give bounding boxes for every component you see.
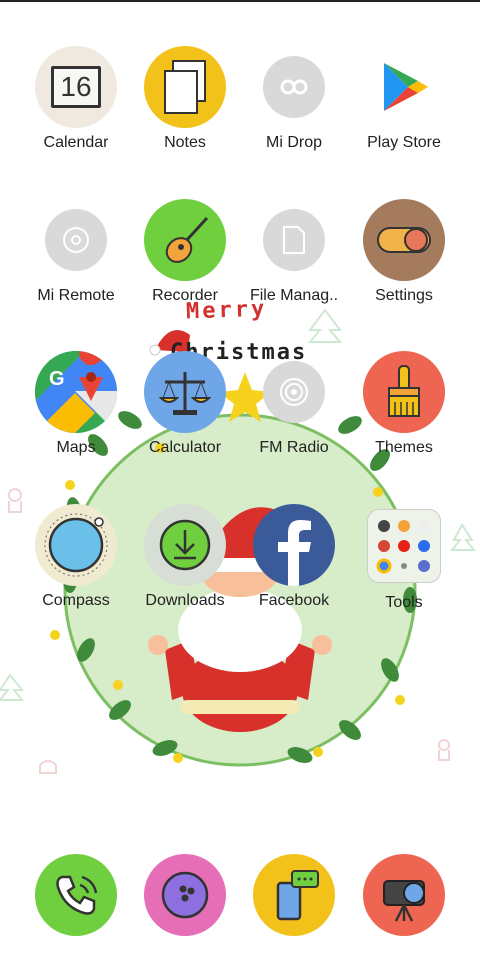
scale-icon bbox=[144, 351, 226, 433]
app-label: Maps bbox=[56, 439, 96, 456]
tools-folder-icon bbox=[367, 509, 441, 583]
app-label: Calendar bbox=[43, 134, 109, 151]
download-icon bbox=[144, 504, 226, 586]
app-calendar[interactable]: 16 Calendar bbox=[21, 46, 131, 152]
folder-icon bbox=[263, 209, 325, 271]
maps-icon: G bbox=[35, 351, 117, 433]
app-downloads[interactable]: Downloads bbox=[130, 504, 240, 610]
app-label: Facebook bbox=[258, 592, 330, 609]
phone-icon bbox=[35, 854, 117, 936]
app-label: Calculator bbox=[148, 439, 222, 456]
mi-drop-icon bbox=[263, 56, 325, 118]
paintbrush-icon bbox=[363, 351, 445, 433]
calendar-icon: 16 bbox=[35, 46, 117, 128]
toggle-icon bbox=[363, 199, 445, 281]
app-folder-tools[interactable]: Tools bbox=[349, 504, 459, 612]
app-label: Settings bbox=[375, 287, 433, 304]
app-themes[interactable]: Themes bbox=[349, 351, 459, 457]
radio-icon bbox=[263, 361, 325, 423]
bowling-ball-icon bbox=[144, 854, 226, 936]
recorder-icon bbox=[144, 199, 226, 281]
app-label: FM Radio bbox=[259, 439, 329, 456]
app-notes[interactable]: Notes bbox=[130, 46, 240, 152]
dock-camera[interactable] bbox=[349, 854, 459, 936]
mi-remote-icon bbox=[45, 209, 107, 271]
app-maps[interactable]: G Maps bbox=[21, 351, 131, 457]
camera-icon bbox=[363, 854, 445, 936]
play-store-icon bbox=[363, 46, 445, 128]
app-compass[interactable]: Compass bbox=[21, 504, 131, 610]
app-play-store[interactable]: Play Store bbox=[349, 46, 459, 152]
app-label: Tools bbox=[385, 594, 423, 611]
compass-icon bbox=[35, 504, 117, 586]
chat-phone-icon bbox=[253, 854, 335, 936]
dock-messaging[interactable] bbox=[239, 854, 349, 936]
status-edge bbox=[0, 0, 480, 2]
app-fm-radio[interactable]: FM Radio bbox=[239, 351, 349, 457]
dock-phone[interactable] bbox=[21, 854, 131, 936]
app-mi-drop[interactable]: Mi Drop bbox=[239, 46, 349, 152]
app-settings[interactable]: Settings bbox=[349, 199, 459, 305]
dock-browser[interactable] bbox=[130, 854, 240, 936]
app-label: Notes bbox=[164, 134, 206, 151]
app-file-manager[interactable]: File Manag.. bbox=[239, 199, 349, 305]
app-label: Recorder bbox=[152, 287, 218, 304]
svg-text:G: G bbox=[49, 368, 65, 390]
app-label: Mi Remote bbox=[37, 287, 115, 304]
app-facebook[interactable]: Facebook bbox=[239, 504, 349, 610]
app-label: Mi Drop bbox=[265, 134, 322, 151]
app-mi-remote[interactable]: Mi Remote bbox=[21, 199, 131, 305]
app-label: Downloads bbox=[145, 592, 225, 609]
app-label: Themes bbox=[375, 439, 433, 456]
app-label: Play Store bbox=[367, 134, 441, 151]
app-recorder[interactable]: Recorder bbox=[130, 199, 240, 305]
notes-icon bbox=[144, 46, 226, 128]
facebook-icon bbox=[253, 504, 335, 586]
app-label: File Manag.. bbox=[249, 287, 339, 304]
app-calculator[interactable]: Calculator bbox=[130, 351, 240, 457]
app-label: Compass bbox=[42, 592, 110, 609]
calendar-date-badge: 16 bbox=[51, 66, 101, 108]
